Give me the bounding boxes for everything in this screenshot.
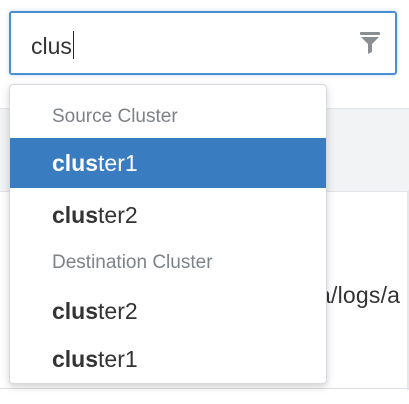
option-destination-cluster1[interactable]: cluster1	[10, 334, 326, 383]
filter-icon[interactable]	[359, 31, 381, 55]
option-match-text: clus	[52, 202, 99, 228]
cluster-search-box[interactable]: clus	[9, 11, 397, 75]
background-path-text: a/logs/a	[318, 282, 401, 308]
text-caret	[72, 31, 75, 59]
option-destination-cluster2[interactable]: cluster2	[10, 286, 326, 336]
group-header-source-cluster: Source Cluster	[52, 106, 178, 127]
cluster-dropdown: Source Cluster cluster1 cluster2 Destina…	[9, 84, 327, 384]
search-input[interactable]: clus	[31, 31, 75, 60]
option-rest-text: ter2	[98, 202, 138, 228]
option-match-text: clus	[52, 298, 99, 324]
option-match-text: clus	[52, 150, 99, 176]
group-header-destination-cluster: Destination Cluster	[52, 252, 213, 273]
option-match-text: clus	[52, 346, 99, 372]
search-input-value: clus	[31, 33, 72, 59]
option-source-cluster1[interactable]: cluster1	[10, 138, 326, 188]
option-rest-text: ter2	[98, 298, 138, 324]
option-source-cluster2[interactable]: cluster2	[10, 190, 326, 240]
option-rest-text: ter1	[98, 346, 138, 372]
background-row-divider	[0, 388, 409, 389]
option-rest-text: ter1	[98, 150, 138, 176]
